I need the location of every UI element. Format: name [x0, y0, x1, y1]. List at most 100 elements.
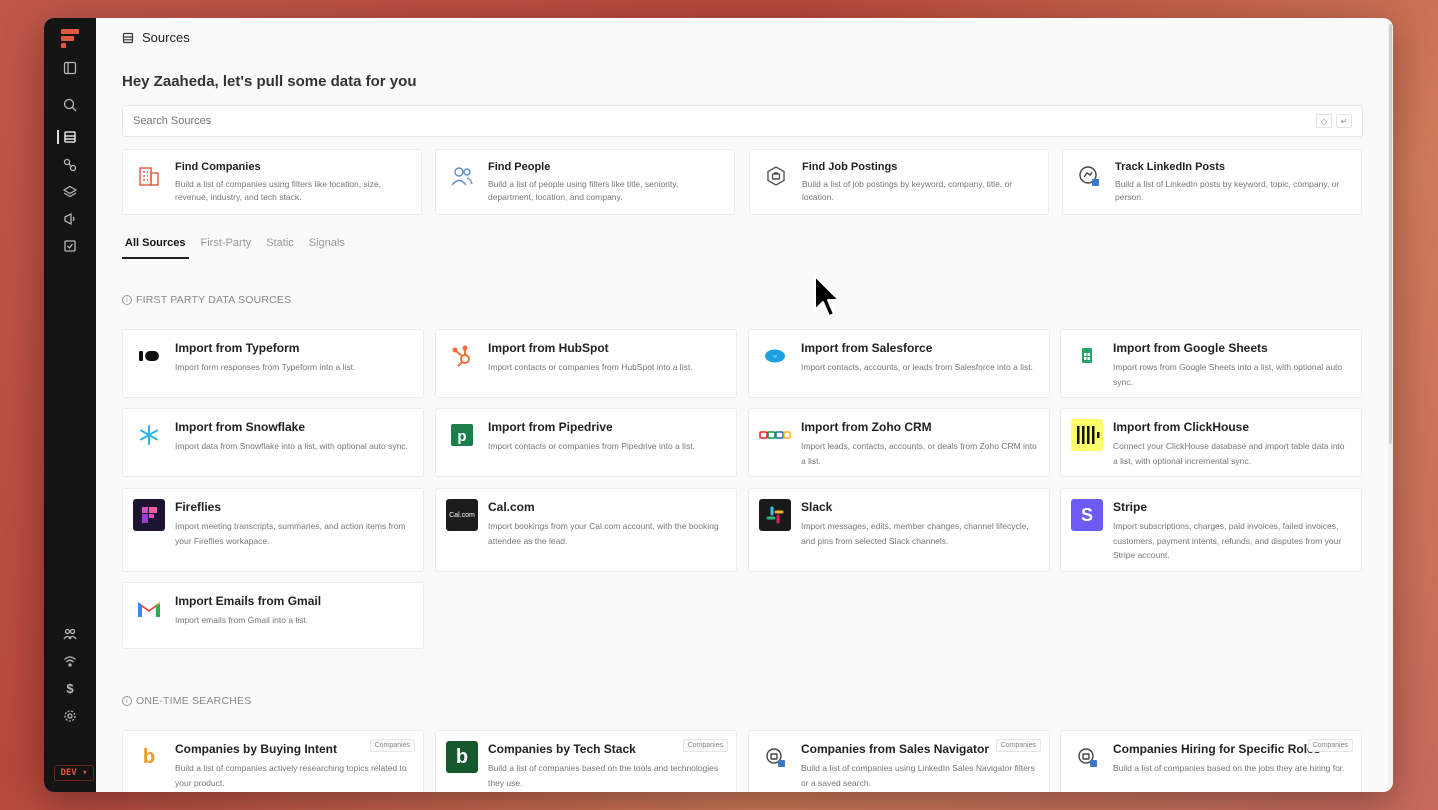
- clickhouse-icon: [1071, 419, 1103, 451]
- megaphone-icon[interactable]: [61, 210, 79, 228]
- hubspot-icon: [446, 340, 478, 372]
- card-description: Import data from Snowflake into a list, …: [175, 441, 408, 451]
- fireflies-card[interactable]: Fireflies Import meeting transcripts, su…: [122, 488, 424, 572]
- env-badge-label: DEV: [60, 768, 77, 778]
- card-title: Import from Snowflake: [175, 420, 306, 434]
- breadcrumb: Sources: [122, 30, 190, 45]
- info-icon: i: [122, 295, 132, 305]
- card-title: Track LinkedIn Posts: [1115, 161, 1226, 173]
- card-description: Import emails from Gmail into a list.: [175, 615, 309, 625]
- billing-icon[interactable]: $: [61, 679, 79, 697]
- snowflake-card[interactable]: Import from Snowflake Import data from S…: [122, 408, 424, 477]
- card-description: Build a list of companies actively resea…: [175, 763, 407, 788]
- gmail-card[interactable]: Import Emails from Gmail Import emails f…: [122, 582, 424, 649]
- env-badge[interactable]: DEV ▾: [54, 765, 94, 781]
- buying-intent-card[interactable]: b Companies by Buying Intent Build a lis…: [122, 730, 424, 792]
- pipedrive-card[interactable]: p Import from Pipedrive Import contacts …: [435, 408, 737, 477]
- search-input[interactable]: Search Sources ◇ ↵: [122, 105, 1363, 137]
- card-description: Import rows from Google Sheets into a li…: [1113, 362, 1343, 387]
- card-title: Find People: [488, 161, 551, 173]
- page-title: Sources: [142, 30, 190, 45]
- hubspot-card[interactable]: Import from HubSpot Import contacts or c…: [435, 329, 737, 398]
- card-description: Import bookings from your Cal.com accoun…: [488, 521, 719, 546]
- category-badge: Companies: [369, 739, 415, 752]
- card-description: Build a list of companies based on the t…: [488, 763, 719, 788]
- card-description: Build a list of job postings by keyword,…: [802, 179, 1013, 202]
- fireflies-icon: [133, 499, 165, 531]
- card-title: Import from Pipedrive: [488, 420, 613, 434]
- card-title: Stripe: [1113, 500, 1148, 514]
- gmail-icon: [133, 593, 165, 625]
- section-label: ONE-TIME SEARCHES: [136, 695, 252, 707]
- card-description: Build a list of companies based on the j…: [1113, 763, 1345, 773]
- tab-first-party[interactable]: First-Party: [198, 234, 255, 259]
- card-description: Build a list of companies using filters …: [175, 179, 381, 202]
- card-description: Import contacts or companies from Pipedr…: [488, 441, 695, 451]
- card-description: Import leads, contacts, accounts, or dea…: [801, 441, 1037, 466]
- linkedin-post-icon: [1079, 166, 1099, 186]
- track-linkedin-posts-card[interactable]: Track LinkedIn Posts Build a list of Lin…: [1062, 149, 1362, 215]
- find-companies-card[interactable]: Find Companies Build a list of companies…: [122, 149, 422, 215]
- card-description: Import form responses from Typeform into…: [175, 362, 356, 372]
- salesforce-card[interactable]: sf Import from Salesforce Import contact…: [748, 329, 1050, 398]
- sidebar-toggle-icon[interactable]: [61, 59, 79, 77]
- one-time-section-title: i ONE-TIME SEARCHES: [122, 695, 251, 707]
- tab-all-sources[interactable]: All Sources: [122, 234, 189, 259]
- card-title: Find Companies: [175, 161, 261, 173]
- nav-rail: $ DEV ▾: [44, 18, 96, 792]
- card-title: Import from Zoho CRM: [801, 420, 932, 434]
- team-icon[interactable]: [61, 625, 79, 643]
- sources-nav-icon[interactable]: [57, 128, 79, 146]
- card-title: Companies Hiring for Specific Roles: [1113, 742, 1321, 756]
- hiring-roles-card[interactable]: Companies Hiring for Specific Roles Buil…: [1060, 730, 1362, 792]
- people-icon: [451, 167, 473, 186]
- card-description: Connect your ClickHouse database and imp…: [1113, 441, 1345, 466]
- building-icon: [139, 167, 159, 186]
- wifi-icon[interactable]: [61, 652, 79, 670]
- scrollbar[interactable]: [1388, 18, 1393, 792]
- find-job-postings-card[interactable]: Find Job Postings Build a list of job po…: [749, 149, 1049, 215]
- typeform-card[interactable]: Import from Typeform Import form respons…: [122, 329, 424, 398]
- card-title: Find Job Postings: [802, 161, 898, 173]
- card-description: Build a list of companies using LinkedIn…: [801, 763, 1035, 788]
- category-badge: Companies: [1307, 739, 1353, 752]
- sales-navigator-card[interactable]: Companies from Sales Navigator Build a l…: [748, 730, 1050, 792]
- tasks-icon[interactable]: [61, 237, 79, 255]
- calcom-card[interactable]: Cal.com Cal.com Import bookings from you…: [435, 488, 737, 572]
- card-title: Import from HubSpot: [488, 341, 609, 355]
- card-title: Import from ClickHouse: [1113, 420, 1250, 434]
- enter-key-icon: ↵: [1336, 114, 1352, 128]
- find-people-card[interactable]: Find People Build a list of people using…: [435, 149, 735, 215]
- app-logo-icon[interactable]: [59, 27, 81, 49]
- stripe-card[interactable]: S Stripe Import subscriptions, charges, …: [1060, 488, 1362, 572]
- card-title: Companies from Sales Navigator: [801, 742, 990, 756]
- card-title: Import from Google Sheets: [1113, 341, 1268, 355]
- category-badge: Companies: [995, 739, 1041, 752]
- stripe-icon: S: [1071, 499, 1103, 531]
- tech-stack-card[interactable]: b Companies by Tech Stack Build a list o…: [435, 730, 737, 792]
- google-sheets-card[interactable]: Import from Google Sheets Import rows fr…: [1060, 329, 1362, 398]
- scrollbar-thumb[interactable]: [1389, 24, 1392, 444]
- tech-stack-icon: b: [446, 741, 478, 773]
- card-description: Build a list of people using filters lik…: [488, 179, 679, 202]
- section-label: FIRST PARTY DATA SOURCES: [136, 294, 292, 306]
- sales-navigator-icon: [759, 741, 791, 773]
- tab-static[interactable]: Static: [263, 234, 297, 259]
- tab-signals[interactable]: Signals: [306, 234, 348, 259]
- card-title: Import from Salesforce: [801, 341, 933, 355]
- slack-icon: [759, 499, 791, 531]
- zoho-crm-card[interactable]: Import from Zoho CRM Import leads, conta…: [748, 408, 1050, 477]
- card-title: Cal.com: [488, 500, 535, 514]
- layers-icon[interactable]: [61, 183, 79, 201]
- slack-card[interactable]: Slack Import messages, edits, member cha…: [748, 488, 1050, 572]
- card-title: Import from Typeform: [175, 341, 300, 355]
- card-title: Fireflies: [175, 500, 222, 514]
- search-icon[interactable]: [61, 96, 79, 114]
- clickhouse-card[interactable]: Import from ClickHouse Connect your Clic…: [1060, 408, 1362, 477]
- settings-gear-icon[interactable]: [61, 707, 79, 725]
- google-sheets-icon: [1071, 340, 1103, 372]
- card-description: Import messages, edits, member changes, …: [801, 521, 1029, 546]
- main-content: Sources Hey Zaaheda, let's pull some dat…: [96, 18, 1393, 792]
- workflow-icon[interactable]: [61, 156, 79, 174]
- card-description: Import contacts or companies from HubSpo…: [488, 362, 693, 372]
